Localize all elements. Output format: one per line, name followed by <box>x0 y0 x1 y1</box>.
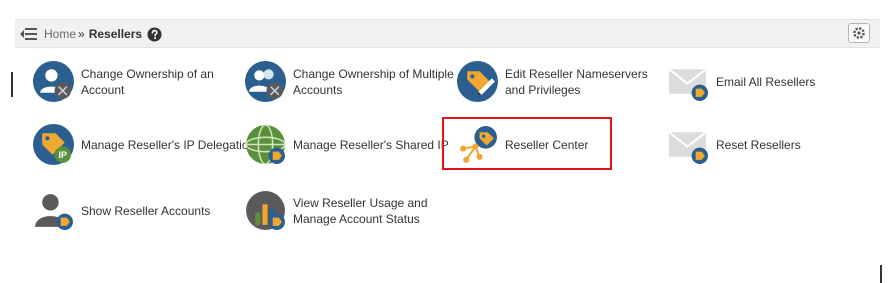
tile-label: Show Reseller Accounts <box>81 203 211 218</box>
tile-reseller-center[interactable]: Reseller Center <box>457 124 588 165</box>
svg-text:IP: IP <box>58 150 67 160</box>
tile-reset-resellers[interactable]: Reset Resellers <box>668 124 801 165</box>
users-badge-icon <box>245 61 286 102</box>
tile-label: Reset Resellers <box>716 137 801 152</box>
tile-label: Manage Reseller's Shared IP <box>293 137 449 152</box>
tile-show-reseller-accounts[interactable]: Show Reseller Accounts <box>33 190 210 231</box>
breadcrumb-current: Resellers <box>88 27 143 41</box>
ip-tag-icon: IP <box>33 124 74 165</box>
tile-view-reseller-usage[interactable]: View Reseller Usage and Manage Account S… <box>245 190 463 231</box>
envelope-icon <box>668 131 708 164</box>
breadcrumb-bar: Home » Resellers <box>15 19 880 48</box>
tile-email-all-resellers[interactable]: Email All Resellers <box>668 61 815 102</box>
tile-manage-ip-delegation[interactable]: IP Manage Reseller's IP Delegation <box>33 124 255 165</box>
gear-icon <box>853 27 865 39</box>
help-icon[interactable] <box>147 26 162 42</box>
breadcrumb-home-link[interactable]: Home <box>44 26 76 42</box>
user-silhouette-icon <box>35 194 73 230</box>
tile-change-ownership-multiple[interactable]: Change Ownership of Multiple Accounts <box>245 61 458 102</box>
right-edge-marker <box>880 265 882 283</box>
tile-change-ownership-account[interactable]: Change Ownership of an Account <box>33 61 231 102</box>
envelope-icon <box>668 68 708 101</box>
tile-label: Edit Reseller Nameservers and Privileges <box>505 66 648 97</box>
tile-edit-nameservers-privileges[interactable]: Edit Reseller Nameservers and Privileges <box>457 61 665 102</box>
tag-pencil-icon <box>457 61 498 102</box>
settings-button[interactable] <box>848 23 870 43</box>
tile-label: Manage Reseller's IP Delegation <box>81 137 256 152</box>
tile-label: Change Ownership of Multiple Accounts <box>293 66 454 97</box>
tile-label: Email All Resellers <box>716 74 816 89</box>
tile-label: View Reseller Usage and Manage Account S… <box>293 195 428 226</box>
network-tag-icon <box>460 126 497 163</box>
user-badge-icon <box>33 61 74 102</box>
tile-label: Reseller Center <box>505 137 589 152</box>
breadcrumb-separator: » <box>78 27 85 41</box>
left-edge-marker <box>11 72 13 97</box>
bar-chart-icon <box>246 191 285 230</box>
tile-manage-shared-ip[interactable]: Manage Reseller's Shared IP <box>245 124 449 165</box>
tile-label: Change Ownership of an Account <box>81 66 214 97</box>
collapse-menu-icon[interactable] <box>19 26 37 42</box>
breadcrumb: Home » Resellers <box>44 26 162 42</box>
globe-icon <box>245 124 286 165</box>
